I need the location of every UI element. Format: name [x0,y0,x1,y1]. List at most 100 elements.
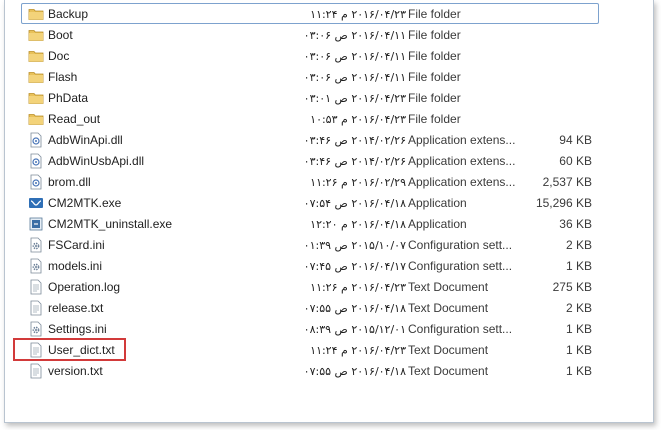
file-row[interactable]: FSCard.ini ۲۰۱۵/۱۰/۰۷ ص ۰۱:۳۹ Configuratio… [21,234,599,255]
file-name: Flash [48,70,78,84]
file-name: Operation.log [48,280,121,294]
file-size: 15,296 KB [535,196,592,210]
file-date-modified: ۲۰۱۴/۰۲/۲۶ ص ۰۳:۴۶ [303,155,406,168]
file-list: Backup ۲۰۱۶/۰۴/۲۳ م ۱۱:۲۴ File folder Boot ۲… [21,3,599,381]
file-date-modified: ۲۰۱۶/۰۴/۲۳ ص ۰۳:۰۱ [303,92,406,105]
file-type: File folder [408,112,461,126]
uninstall-app-icon [28,216,44,232]
file-size: 1 KB [565,259,592,273]
file-name: release.txt [48,301,104,315]
file-type: File folder [408,70,461,84]
file-date-modified: ۲۰۱۶/۰۴/۱۸ ص ۰۷:۵۵ [303,365,406,378]
config-icon [28,237,44,253]
file-row[interactable]: models.ini ۲۰۱۶/۰۴/۱۷ ص ۰۷:۴۵ Configuratio… [21,255,599,276]
file-row[interactable]: Backup ۲۰۱۶/۰۴/۲۳ م ۱۱:۲۴ File folder [21,3,599,24]
file-type: Text Document [408,343,489,357]
explorer-window: Backup ۲۰۱۶/۰۴/۲۳ م ۱۱:۲۴ File folder Boot ۲… [4,0,654,423]
file-name: brom.dll [48,175,91,189]
file-type: Configuration sett... [408,259,513,273]
file-name: FSCard.ini [48,238,105,252]
file-row[interactable]: Read_out ۲۰۱۶/۰۴/۲۳ م ۱۰:۵۳ File folder [21,108,599,129]
file-name: Doc [48,49,70,63]
file-date-modified: ۲۰۱۶/۰۴/۱۱ ص ۰۳:۰۶ [303,29,406,42]
file-row[interactable]: CM2MTK.exe ۲۰۱۶/۰۴/۱۸ ص ۰۷:۵۴ Application 1… [21,192,599,213]
file-type: Application extens... [408,154,516,168]
folder-icon [28,48,44,64]
file-row[interactable]: Settings.ini ۲۰۱۵/۱۲/۰۱ ص ۰۸:۳۹ Configurat… [21,318,599,339]
file-row[interactable]: brom.dll ۲۰۱۶/۰۲/۲۹ م ۱۱:۲۶ Application ex… [21,171,599,192]
file-size: 1 KB [565,364,592,378]
file-name: Settings.ini [48,322,107,336]
file-type: Text Document [408,280,489,294]
file-date-modified: ۲۰۱۵/۱۰/۰۷ ص ۰۱:۳۹ [303,239,406,252]
file-row[interactable]: Flash ۲۰۱۶/۰۴/۱۱ ص ۰۳:۰۶ File folder [21,66,599,87]
text-document-icon [28,279,44,295]
file-row[interactable]: User_dict.txt ۲۰۱۶/۰۴/۲۳ م ۱۱:۲۴ Text Docu… [21,339,599,360]
file-row[interactable]: Doc ۲۰۱۶/۰۴/۱۱ ص ۰۳:۰۶ File folder [21,45,599,66]
file-type: File folder [408,49,461,63]
file-type: Text Document [408,364,489,378]
file-name: Boot [48,28,73,42]
file-name: AdbWinUsbApi.dll [48,154,145,168]
file-type: Application [408,217,467,231]
file-size: 2,537 KB [542,175,592,189]
file-date-modified: ۲۰۱۵/۱۲/۰۱ ص ۰۸:۳۹ [303,323,406,336]
cm2mtk-app-icon [28,195,44,211]
file-date-modified: ۲۰۱۶/۰۴/۱۱ ص ۰۳:۰۶ [303,71,406,84]
file-size: 275 KB [552,280,592,294]
file-row[interactable]: Operation.log ۲۰۱۶/۰۴/۲۳ م ۱۱:۲۶ Text Docu… [21,276,599,297]
file-name: CM2MTK.exe [48,196,122,210]
file-row[interactable]: AdbWinApi.dll ۲۰۱۴/۰۲/۲۶ ص ۰۳:۴۶ Applicati… [21,129,599,150]
file-size: 60 KB [559,154,592,168]
folder-icon [28,6,44,22]
text-document-icon [28,300,44,316]
file-size: 2 KB [565,238,592,252]
file-type: File folder [408,28,461,42]
file-size: 1 KB [565,322,592,336]
file-type: File folder [408,7,461,21]
text-document-icon [28,342,44,358]
file-date-modified: ۲۰۱۶/۰۴/۱۷ ص ۰۷:۴۵ [303,260,406,273]
file-type: Application extens... [408,175,516,189]
dll-icon [28,174,44,190]
file-date-modified: ۲۰۱۶/۰۴/۱۸ ص ۰۷:۵۴ [303,197,406,210]
file-row[interactable]: CM2MTK_uninstall.exe ۲۰۱۶/۰۴/۱۸ م ۱۲:۲۰ Ap… [21,213,599,234]
file-name: models.ini [48,259,103,273]
file-date-modified: ۲۰۱۴/۰۲/۲۶ ص ۰۳:۴۶ [303,134,406,147]
file-type: Configuration sett... [408,238,513,252]
file-row[interactable]: release.txt ۲۰۱۶/۰۴/۱۸ ص ۰۷:۵۵ Text Docume… [21,297,599,318]
file-type: Application [408,196,467,210]
file-row[interactable]: PhData ۲۰۱۶/۰۴/۲۳ ص ۰۳:۰۱ File folder [21,87,599,108]
file-size: 94 KB [559,133,592,147]
file-row[interactable]: AdbWinUsbApi.dll ۲۰۱۴/۰۲/۲۶ ص ۰۳:۴۶ Applic… [21,150,599,171]
file-date-modified: ۲۰۱۶/۰۴/۱۸ م ۱۲:۲۰ [310,218,406,231]
file-date-modified: ۲۰۱۶/۰۲/۲۹ م ۱۱:۲۶ [310,176,406,189]
folder-icon [28,111,44,127]
dll-icon [28,132,44,148]
file-type: File folder [408,91,461,105]
file-date-modified: ۲۰۱۶/۰۴/۲۳ م ۱۱:۲۴ [310,8,406,21]
config-icon [28,258,44,274]
file-size: 36 KB [559,217,592,231]
folder-icon [28,69,44,85]
config-icon [28,321,44,337]
text-document-icon [28,363,44,379]
file-row[interactable]: version.txt ۲۰۱۶/۰۴/۱۸ ص ۰۷:۵۵ Text Docume… [21,360,599,381]
file-date-modified: ۲۰۱۶/۰۴/۲۳ م ۱۱:۲۴ [310,344,406,357]
file-name: User_dict.txt [48,343,115,357]
dll-icon [28,153,44,169]
file-name: CM2MTK_uninstall.exe [48,217,173,231]
file-date-modified: ۲۰۱۶/۰۴/۲۳ م ۱۰:۵۳ [310,113,406,126]
file-name: Read_out [48,112,101,126]
file-type: Configuration sett... [408,322,513,336]
folder-icon [28,27,44,43]
file-date-modified: ۲۰۱۶/۰۴/۱۱ ص ۰۳:۰۶ [303,50,406,63]
file-row[interactable]: Boot ۲۰۱۶/۰۴/۱۱ ص ۰۳:۰۶ File folder [21,24,599,45]
file-name: Backup [48,7,89,21]
file-date-modified: ۲۰۱۶/۰۴/۱۸ ص ۰۷:۵۵ [303,302,406,315]
file-name: PhData [48,91,89,105]
folder-icon [28,90,44,106]
file-date-modified: ۲۰۱۶/۰۴/۲۳ م ۱۱:۲۶ [310,281,406,294]
file-type: Application extens... [408,133,516,147]
file-name: version.txt [48,364,103,378]
